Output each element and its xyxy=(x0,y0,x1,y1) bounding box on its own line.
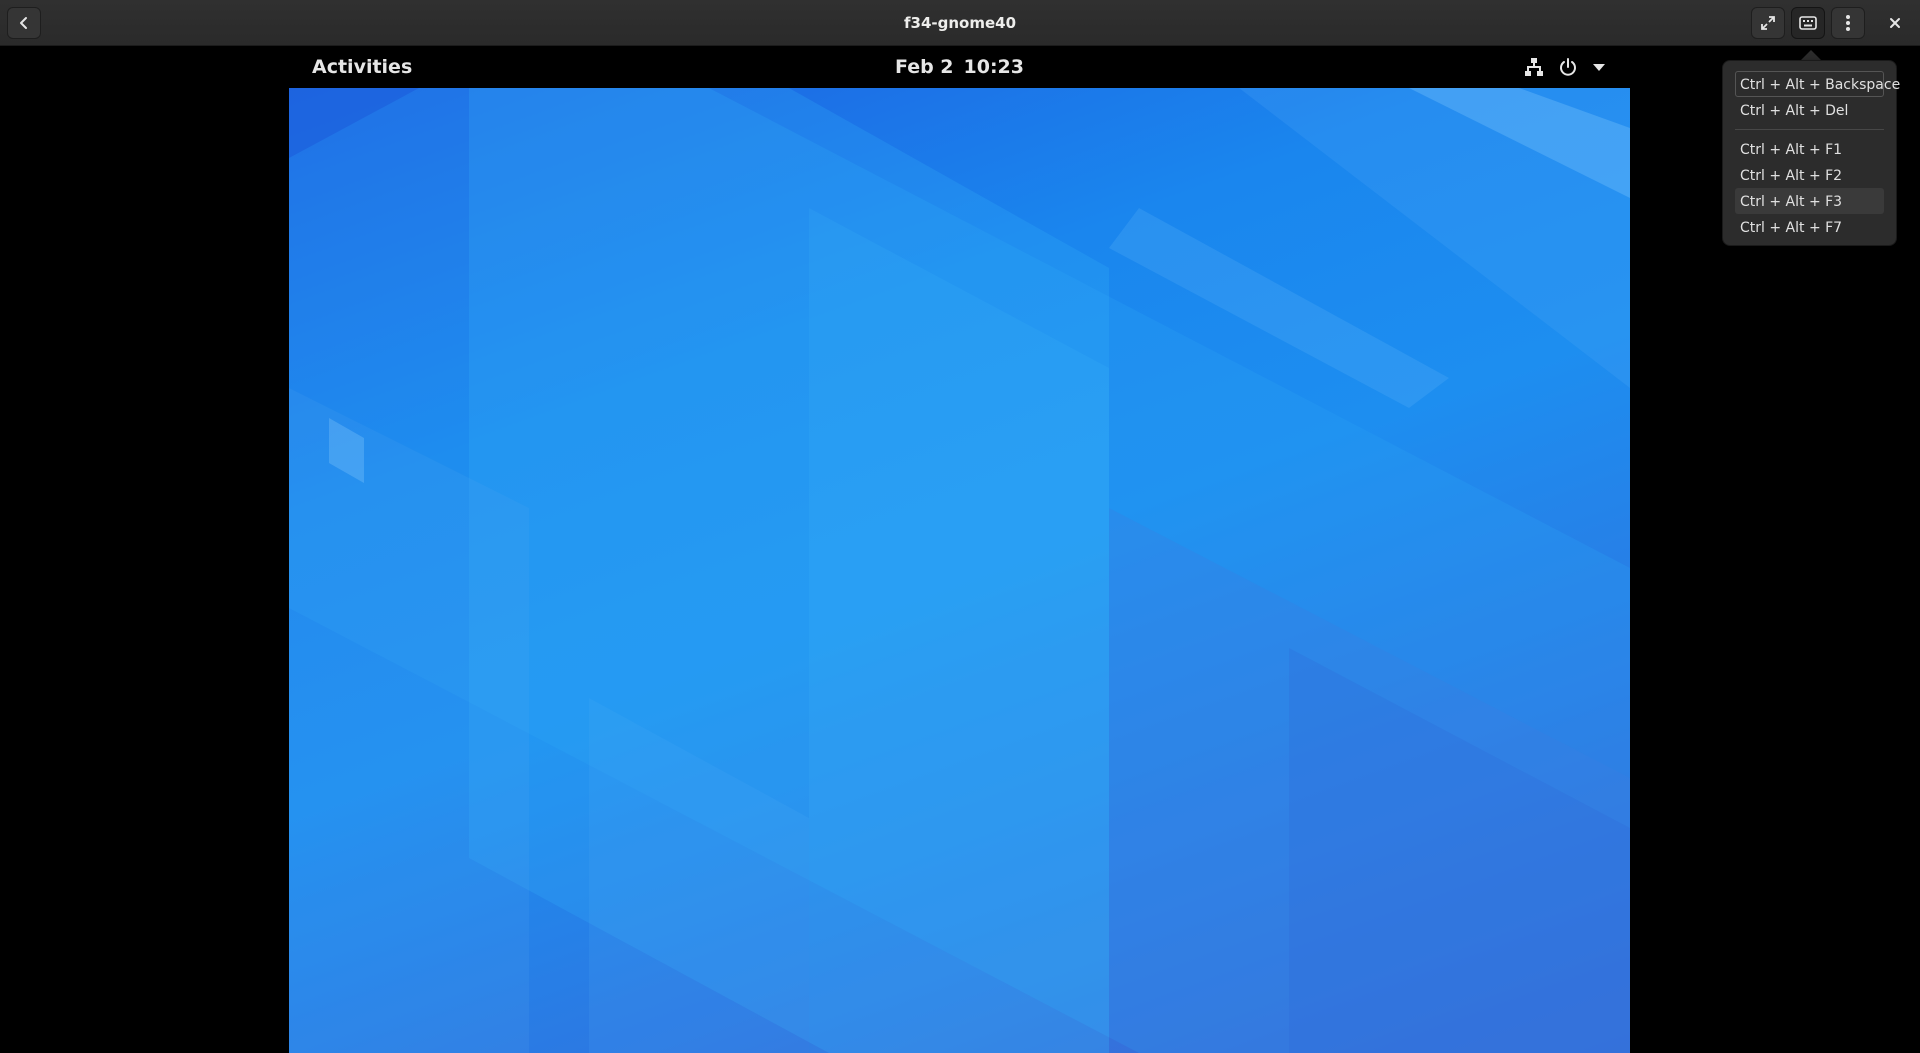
menu-separator xyxy=(1735,129,1884,130)
power-icon xyxy=(1560,58,1576,76)
window-title: f34-gnome40 xyxy=(903,14,1017,32)
clock[interactable]: Feb 2 10:23 xyxy=(289,46,1630,88)
shortcut-ctrl-alt-f2[interactable]: Ctrl + Alt + F2 xyxy=(1735,162,1884,188)
menu-button[interactable] xyxy=(1831,7,1865,39)
gnome-top-bar: Activities Feb 2 10:23 xyxy=(289,46,1630,88)
system-tray[interactable] xyxy=(1524,46,1606,88)
shortcut-ctrl-alt-f7[interactable]: Ctrl + Alt + F7 xyxy=(1735,214,1884,240)
shortcut-ctrl-alt-f1[interactable]: Ctrl + Alt + F1 xyxy=(1735,136,1884,162)
shortcut-ctrl-alt-del[interactable]: Ctrl + Alt + Del xyxy=(1735,97,1884,123)
keyboard-shortcuts-popover: Ctrl + Alt + Backspace Ctrl + Alt + Del … xyxy=(1722,60,1900,246)
desktop-wallpaper xyxy=(289,88,1630,1053)
clock-date: Feb 2 xyxy=(894,56,954,78)
arrow-down-icon xyxy=(1593,64,1605,71)
network-wired-icon xyxy=(1525,58,1543,76)
shortcut-ctrl-alt-f3[interactable]: Ctrl + Alt + F3 xyxy=(1735,188,1884,214)
keyboard-shortcuts-button[interactable] xyxy=(1791,7,1825,39)
guest-display[interactable]: Activities Feb 2 10:23 xyxy=(289,46,1630,1053)
shortcut-ctrl-alt-backspace[interactable]: Ctrl + Alt + Backspace xyxy=(1735,71,1900,97)
clock-time: 10:23 xyxy=(963,56,1024,78)
wallpaper-shapes xyxy=(289,88,1630,1053)
fullscreen-button[interactable] xyxy=(1751,7,1785,39)
keyboard-icon xyxy=(1799,16,1817,30)
close-icon xyxy=(1890,18,1900,28)
headerbar: f34-gnome40 xyxy=(0,0,1920,46)
close-button[interactable] xyxy=(1878,7,1912,39)
fullscreen-icon xyxy=(1761,16,1775,30)
vertical-dots-icon xyxy=(1846,15,1850,31)
